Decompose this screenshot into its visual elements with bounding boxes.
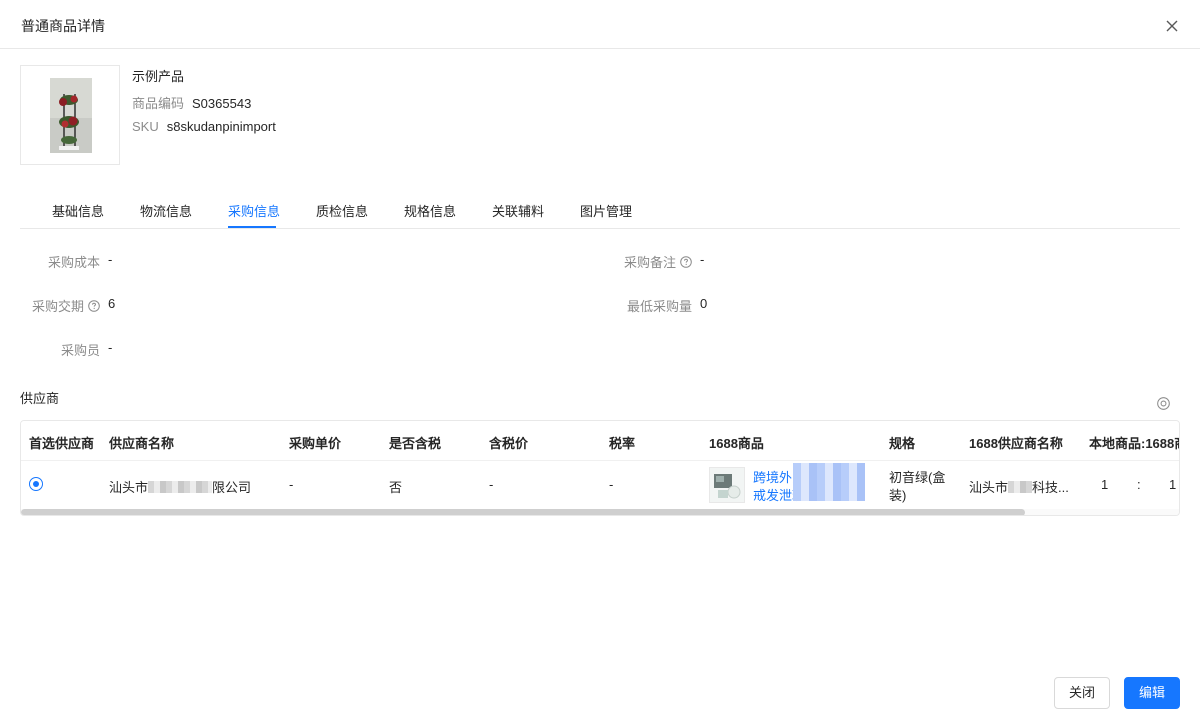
1688-product-image bbox=[714, 474, 741, 499]
supplier-1688-suffix: 科技... bbox=[1032, 480, 1069, 495]
supplier-name-suffix: 限公司 bbox=[212, 480, 252, 495]
product-code-label: 商品编码 bbox=[132, 96, 185, 111]
product-sku-value: s8skudanpinimport bbox=[166, 119, 276, 134]
column-header: 首选供应商 bbox=[29, 436, 95, 451]
help-icon[interactable] bbox=[680, 256, 692, 268]
column-header: 含税价 bbox=[489, 436, 529, 451]
product-image bbox=[50, 78, 92, 153]
lead-time-value: 6 bbox=[108, 296, 116, 311]
buyer-value: - bbox=[108, 340, 113, 355]
purchase-cost-value: - bbox=[108, 252, 113, 267]
tab-purchase-info[interactable]: 采购信息 bbox=[228, 201, 280, 220]
purchase-cost-label: 采购成本 bbox=[47, 255, 100, 270]
spec-line1: 初音绿(盒 bbox=[889, 470, 946, 485]
buyer-field: 采购员 bbox=[20, 340, 100, 358]
min-qty-label: 最低采购量 bbox=[626, 299, 692, 314]
supplier-1688-name-cell: 汕头市 科技... bbox=[969, 477, 1069, 496]
modal-title: 普通商品详情 bbox=[21, 18, 105, 34]
min-qty-value: 0 bbox=[700, 296, 708, 311]
close-button[interactable]: 关闭 bbox=[1054, 677, 1110, 709]
purchase-remark-label: 采购备注 bbox=[623, 255, 676, 270]
unit-price-cell: - bbox=[289, 477, 294, 492]
column-header: 本地商品:1688商 bbox=[1089, 436, 1180, 451]
redacted-product-text bbox=[793, 463, 865, 501]
tab-logistics-info[interactable]: 物流信息 bbox=[140, 201, 192, 220]
product-sku-label: SKU bbox=[132, 119, 159, 134]
product-code-value: S0365543 bbox=[192, 96, 252, 111]
purchase-remark-field: 采购备注 bbox=[560, 252, 692, 271]
lead-time-field: 采购交期 bbox=[20, 296, 100, 315]
preferred-supplier-radio[interactable] bbox=[29, 477, 43, 491]
product-name: 示例产品 bbox=[132, 69, 185, 84]
tax-included-cell: 否 bbox=[389, 480, 403, 495]
buyer-label: 采购员 bbox=[60, 343, 100, 358]
edit-button[interactable]: 编辑 bbox=[1124, 677, 1180, 709]
ratio-left: 1 bbox=[1101, 477, 1109, 492]
product-thumbnail[interactable] bbox=[20, 65, 120, 165]
tab-related-materials[interactable]: 关联辅料 bbox=[492, 201, 544, 220]
table-header: 首选供应商 供应商名称 采购单价 是否含税 含税价 税率 1688商品 规格 1… bbox=[21, 421, 1180, 461]
tax-rate-cell: - bbox=[609, 477, 614, 492]
column-header: 规格 bbox=[889, 436, 916, 451]
tab-basic-info[interactable]: 基础信息 bbox=[52, 201, 104, 220]
product-detail-modal: 普通商品详情 示例产品 商品编码 S0365543 SKU s8skudanpini… bbox=[0, 0, 1200, 717]
supplier-table: 首选供应商 供应商名称 采购单价 是否含税 含税价 税率 1688商品 规格 1… bbox=[20, 420, 1180, 516]
table-row: 汕头市 限公司 - 否 - - 跨境外贸 戒发泄玩 初音绿(盒 装) 汕头市 科技.… bbox=[21, 461, 1179, 509]
supplier-section-title: 供应商 bbox=[20, 391, 60, 406]
column-header: 是否含税 bbox=[389, 436, 442, 451]
1688-product-thumbnail[interactable] bbox=[709, 467, 745, 503]
column-header: 1688商品 bbox=[709, 436, 764, 451]
column-header: 1688供应商名称 bbox=[969, 436, 1063, 451]
close-icon[interactable] bbox=[1162, 16, 1182, 36]
min-qty-field: 最低采购量 bbox=[560, 296, 692, 314]
tab-qc-info[interactable]: 质检信息 bbox=[316, 201, 368, 220]
tab-image-management[interactable]: 图片管理 bbox=[580, 201, 632, 220]
column-header: 税率 bbox=[609, 436, 636, 451]
scrollbar-thumb[interactable] bbox=[21, 509, 1025, 515]
detail-tabs: 基础信息 物流信息 采购信息 质检信息 规格信息 关联辅料 图片管理 bbox=[20, 188, 1180, 229]
horizontal-scrollbar[interactable] bbox=[21, 509, 1179, 515]
supplier-1688-prefix: 汕头市 bbox=[969, 480, 1009, 495]
purchase-cost-field: 采购成本 bbox=[20, 252, 100, 270]
tax-price-cell: - bbox=[489, 477, 494, 492]
supplier-name-cell: 汕头市 限公司 bbox=[109, 477, 251, 496]
modal-header: 普通商品详情 bbox=[0, 0, 1200, 49]
purchase-remark-label-wrap: 采购备注 bbox=[624, 252, 692, 271]
product-sku-row: SKU s8skudanpinimport bbox=[132, 119, 276, 134]
column-header: 采购单价 bbox=[289, 436, 342, 451]
active-tab-indicator bbox=[228, 226, 276, 228]
spec-line2: 装) bbox=[889, 488, 907, 503]
lead-time-label: 采购交期 bbox=[31, 299, 84, 314]
supplier-name-prefix: 汕头市 bbox=[109, 480, 149, 495]
redacted-text bbox=[148, 481, 213, 493]
column-header: 供应商名称 bbox=[109, 436, 175, 451]
help-icon[interactable] bbox=[88, 300, 100, 312]
ratio-separator: : bbox=[1137, 477, 1141, 492]
redacted-text bbox=[1008, 481, 1033, 493]
lead-time-label-wrap: 采购交期 bbox=[32, 296, 100, 315]
settings-icon[interactable] bbox=[1156, 396, 1171, 411]
product-code-row: 商品编码 S0365543 bbox=[132, 93, 251, 112]
ratio-right: 1 bbox=[1169, 477, 1177, 492]
tab-spec-info[interactable]: 规格信息 bbox=[404, 201, 456, 220]
purchase-remark-value: - bbox=[700, 252, 705, 267]
